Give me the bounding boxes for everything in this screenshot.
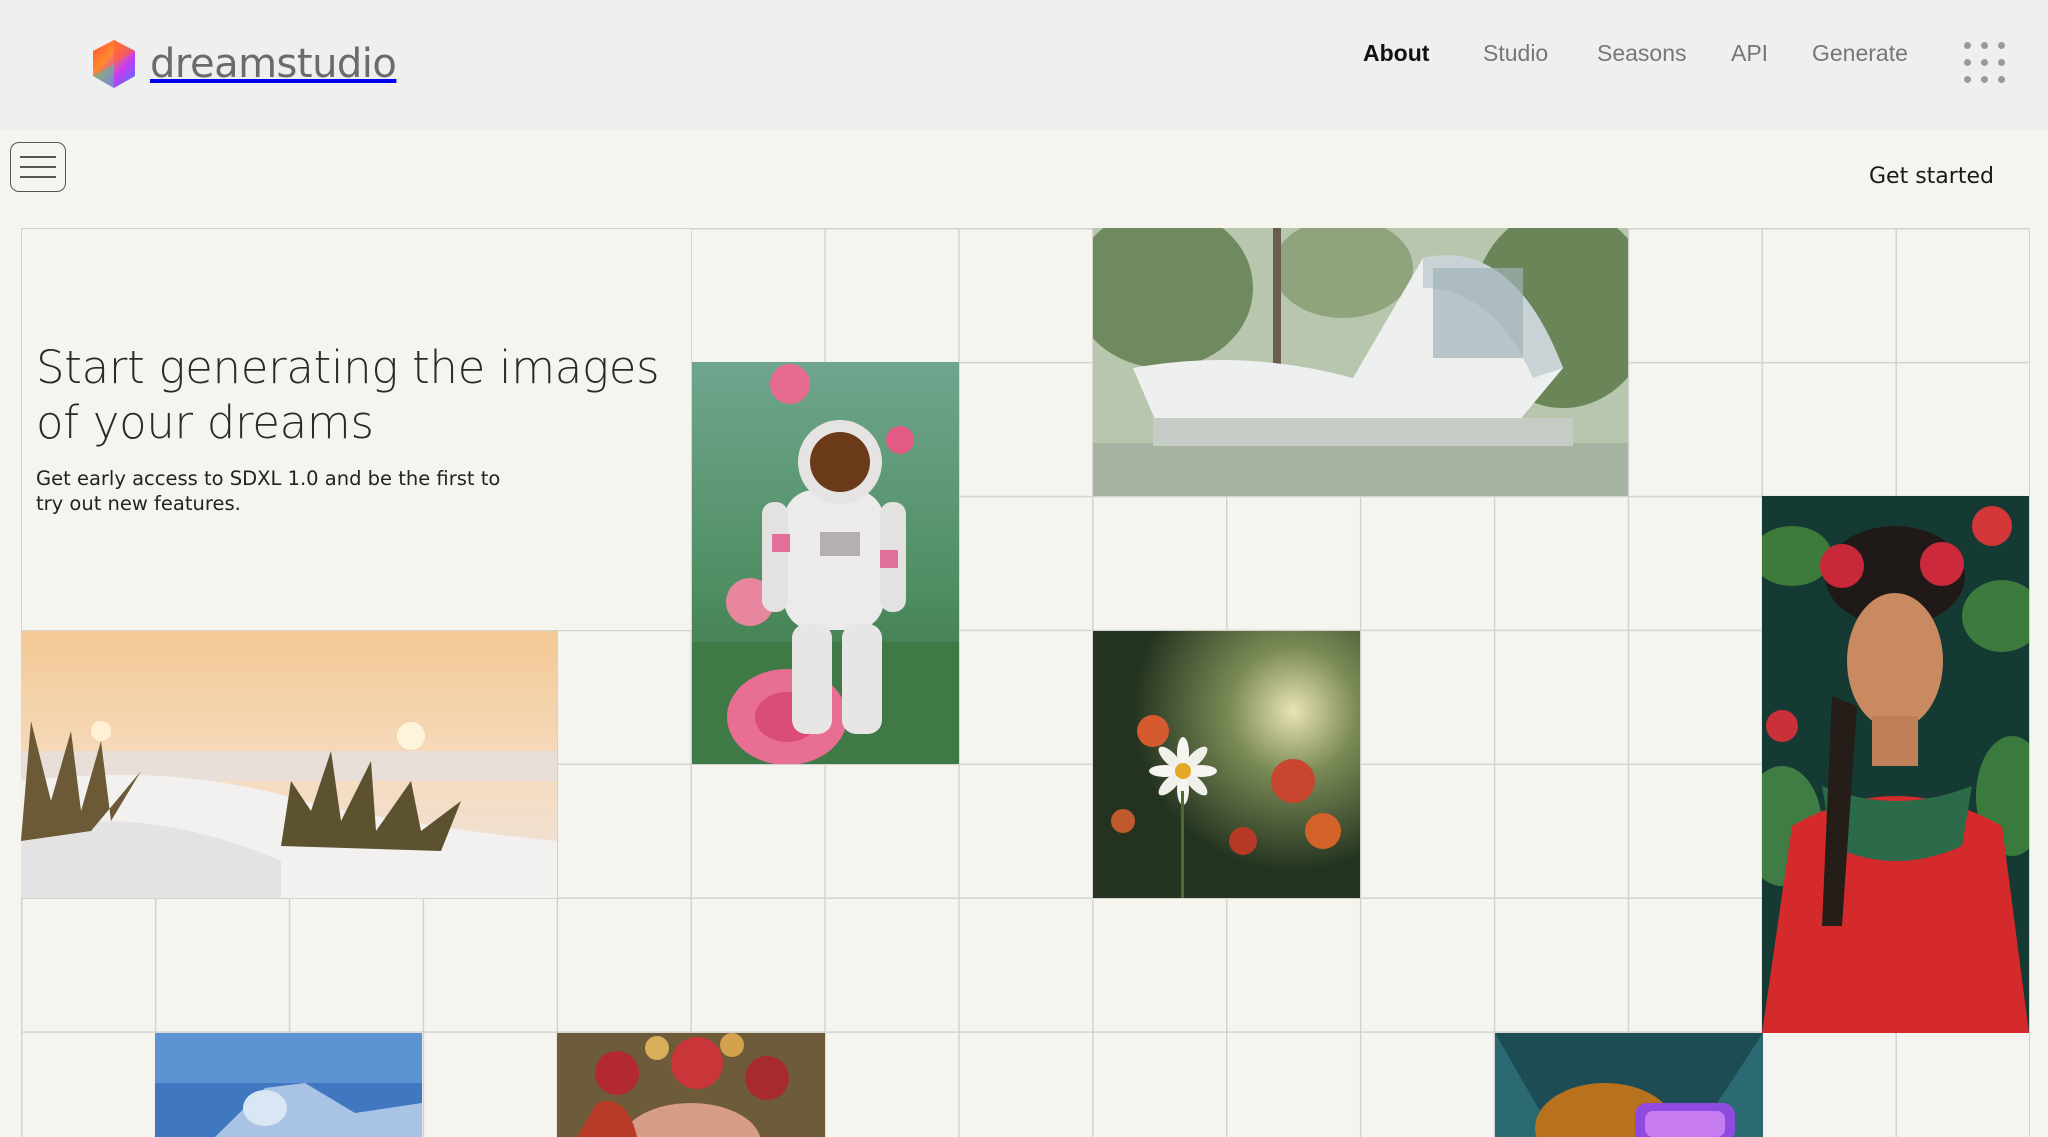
daisy-flowers-image[interactable] xyxy=(1093,631,1360,898)
flower-crown-image[interactable] xyxy=(557,1033,825,1137)
vr-dog-image[interactable] xyxy=(1495,1033,1763,1137)
modern-house-image[interactable] xyxy=(1093,228,1628,496)
nav-about[interactable]: About xyxy=(1363,40,1429,67)
astronaut-roses-image[interactable] xyxy=(692,362,959,764)
main-nav: About Studio Seasons API Generate xyxy=(0,40,2048,70)
nav-studio[interactable]: Studio xyxy=(1483,40,1548,67)
nav-seasons[interactable]: Seasons xyxy=(1597,40,1687,67)
nav-api[interactable]: API xyxy=(1731,40,1768,67)
hero-subtitle: Get early access to SDXL 1.0 and be the … xyxy=(36,467,501,515)
apps-grid-icon[interactable] xyxy=(1964,42,2006,84)
nav-generate[interactable]: Generate xyxy=(1812,40,1908,67)
portrait-flowers-image[interactable] xyxy=(1762,496,2029,1033)
hamburger-menu-button[interactable] xyxy=(10,142,66,192)
dune-sunset-image[interactable] xyxy=(21,631,557,898)
blue-jet-image[interactable] xyxy=(155,1033,422,1137)
get-started-link[interactable]: Get started xyxy=(1869,164,1994,189)
top-header: dreamstudio About Studio Seasons API Gen… xyxy=(0,0,2048,130)
hero-title: Start generating the images of your drea… xyxy=(36,341,660,449)
